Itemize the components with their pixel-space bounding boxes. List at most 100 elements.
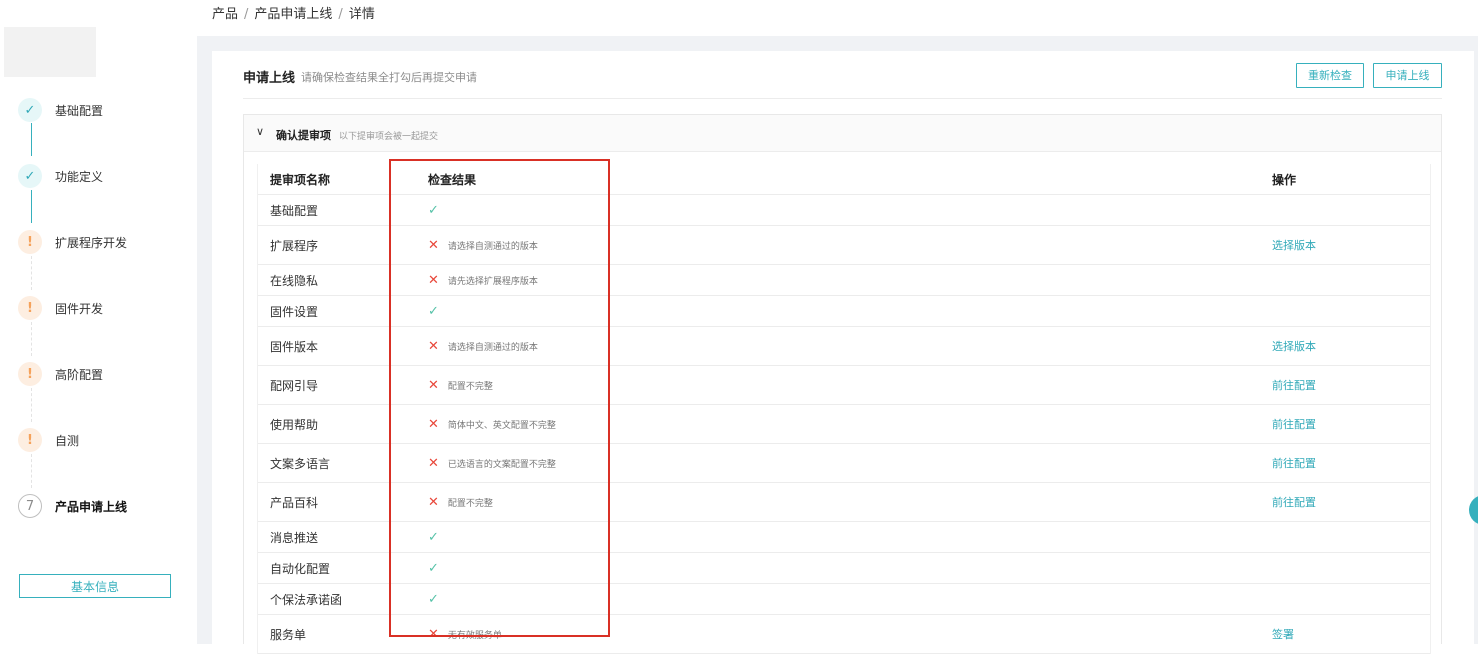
check-result: ✕ 请先选择扩展程序版本 [428, 265, 538, 295]
cross-icon: ✕ [428, 338, 439, 354]
breadcrumb-separator: / [338, 7, 343, 22]
card-subtitle: 以下提审项会被一起提交 [339, 132, 439, 142]
check-icon: ✓ [428, 591, 439, 607]
recheck-button[interactable]: 重新检查 [1296, 63, 1364, 88]
step-connector [31, 123, 32, 156]
result-message: 简体中文、英文配置不完整 [447, 420, 556, 431]
item-name: 固件版本 [270, 339, 319, 354]
check-icon: ✓ [18, 98, 42, 122]
warning-icon: ! [18, 362, 42, 386]
table-row: 文案多语言 ✕ 已选语言的文案配置不完整 前往配置 [258, 444, 1430, 483]
check-icon: ✓ [428, 560, 439, 576]
apply-launch-button[interactable]: 申请上线 [1373, 63, 1442, 88]
table-row: 扩展程序 ✕ 请选择自测通过的版本 选择版本 [258, 226, 1430, 265]
check-icon: ✓ [18, 164, 42, 188]
cross-icon: ✕ [428, 377, 439, 393]
step-connector [31, 256, 32, 290]
column-header-result: 检查结果 [428, 172, 477, 187]
step-label: 产品申请上线 [55, 499, 128, 514]
check-result: ✕ 配置不完整 [428, 366, 493, 404]
table-row: 在线隐私 ✕ 请先选择扩展程序版本 [258, 265, 1430, 296]
row-action-link[interactable]: 签署 [1272, 615, 1294, 653]
row-action-link[interactable]: 选择版本 [1272, 226, 1316, 264]
check-result: ✓ [428, 296, 439, 326]
breadcrumb-item-product[interactable]: 产品 [212, 7, 238, 22]
row-action-link[interactable]: 前往配置 [1272, 366, 1316, 404]
result-message: 请选择自测通过的版本 [447, 342, 538, 353]
item-name: 固件设置 [270, 304, 319, 319]
table-row: 自动化配置 ✓ [258, 553, 1430, 584]
product-logo-placeholder [4, 27, 96, 77]
header-divider [243, 98, 1442, 99]
cross-icon: ✕ [428, 237, 439, 253]
table-row: 固件版本 ✕ 请选择自测通过的版本 选择版本 [258, 327, 1430, 366]
check-icon: ✓ [428, 529, 439, 545]
step-apply-launch[interactable]: 7 产品申请上线 [18, 493, 127, 519]
step-connector [31, 190, 32, 223]
step-firmware-dev[interactable]: ! 固件开发 [18, 295, 103, 321]
table-row: 服务单 ✕ 无有效服务单 签署 [258, 615, 1430, 654]
warning-icon: ! [18, 428, 42, 452]
step-function-definition[interactable]: ✓ 功能定义 [18, 163, 103, 189]
check-result: ✕ 无有效服务单 [428, 615, 502, 653]
step-extension-dev[interactable]: ! 扩展程序开发 [18, 229, 127, 255]
step-connector [31, 322, 32, 356]
step-basic-config[interactable]: ✓ 基础配置 [18, 97, 103, 123]
item-name: 消息推送 [270, 530, 319, 545]
check-icon: ✓ [428, 303, 439, 319]
page-title: 申请上线 [243, 71, 296, 86]
basic-info-button[interactable]: 基本信息 [19, 574, 171, 598]
step-label: 基础配置 [55, 103, 104, 118]
breadcrumb-item-detail: 详情 [348, 7, 375, 22]
step-connector [31, 454, 32, 488]
breadcrumb: 产品 / 产品申请上线 / 详情 [212, 6, 375, 24]
check-result: ✕ 请选择自测通过的版本 [428, 226, 538, 264]
warning-icon: ! [18, 296, 42, 320]
check-result: ✓ [428, 195, 439, 225]
step-connector [31, 388, 32, 422]
card-header[interactable]: ∨ 确认提审项 以下提审项会被一起提交 [244, 115, 1441, 152]
check-result: ✕ 配置不完整 [428, 483, 493, 521]
item-name: 服务单 [270, 627, 307, 642]
table-row: 个保法承诺函 ✓ [258, 584, 1430, 615]
item-name: 文案多语言 [270, 456, 331, 471]
step-label: 功能定义 [55, 169, 104, 184]
card-title: 确认提审项 [276, 129, 331, 142]
check-result: ✓ [428, 522, 439, 552]
result-message: 配置不完整 [447, 498, 493, 509]
row-action-link[interactable]: 前往配置 [1272, 444, 1316, 482]
cross-icon: ✕ [428, 416, 439, 432]
cross-icon: ✕ [428, 455, 439, 471]
check-result: ✕ 已选语言的文案配置不完整 [428, 444, 556, 482]
cross-icon: ✕ [428, 626, 439, 642]
item-name: 产品百科 [270, 495, 319, 510]
table-body: 基础配置 ✓ 扩展程序 ✕ 请选择自测通过的版本 选择版本 在线隐私 ✕ 请先选择扩展程序版本固… [258, 195, 1430, 654]
review-items-table: 提审项名称 检查结果 操作 基础配置 ✓ 扩展程序 ✕ 请选择自测通过的版本 选择版本 在线… [257, 164, 1431, 654]
step-label: 自测 [55, 433, 80, 448]
step-self-test[interactable]: ! 自测 [18, 427, 79, 453]
page-hint: 请确保检查结果全打勾后再提交申请 [301, 71, 477, 84]
step-label: 扩展程序开发 [55, 235, 128, 250]
column-header-name: 提审项名称 [270, 172, 331, 187]
check-result: ✓ [428, 553, 439, 583]
table-header-row: 提审项名称 检查结果 操作 [258, 164, 1430, 195]
result-message: 请选择自测通过的版本 [447, 241, 538, 252]
item-name: 自动化配置 [270, 561, 331, 576]
chevron-down-icon[interactable]: ∨ [256, 125, 264, 138]
step-number: 7 [18, 494, 42, 518]
check-result: ✓ [428, 584, 439, 614]
table-row: 产品百科 ✕ 配置不完整 前往配置 [258, 483, 1430, 522]
check-result: ✕ 简体中文、英文配置不完整 [428, 405, 556, 443]
cross-icon: ✕ [428, 272, 439, 288]
row-action-link[interactable]: 选择版本 [1272, 327, 1316, 365]
table-row: 基础配置 ✓ [258, 195, 1430, 226]
result-message: 请先选择扩展程序版本 [447, 276, 538, 287]
row-action-link[interactable]: 前往配置 [1272, 483, 1316, 521]
table-row: 固件设置 ✓ [258, 296, 1430, 327]
breadcrumb-item-apply[interactable]: 产品申请上线 [254, 7, 332, 22]
item-name: 扩展程序 [270, 238, 319, 253]
step-advanced-config[interactable]: ! 高阶配置 [18, 361, 103, 387]
row-action-link[interactable]: 前往配置 [1272, 405, 1316, 443]
result-message: 已选语言的文案配置不完整 [447, 459, 556, 470]
item-name: 使用帮助 [270, 417, 319, 432]
